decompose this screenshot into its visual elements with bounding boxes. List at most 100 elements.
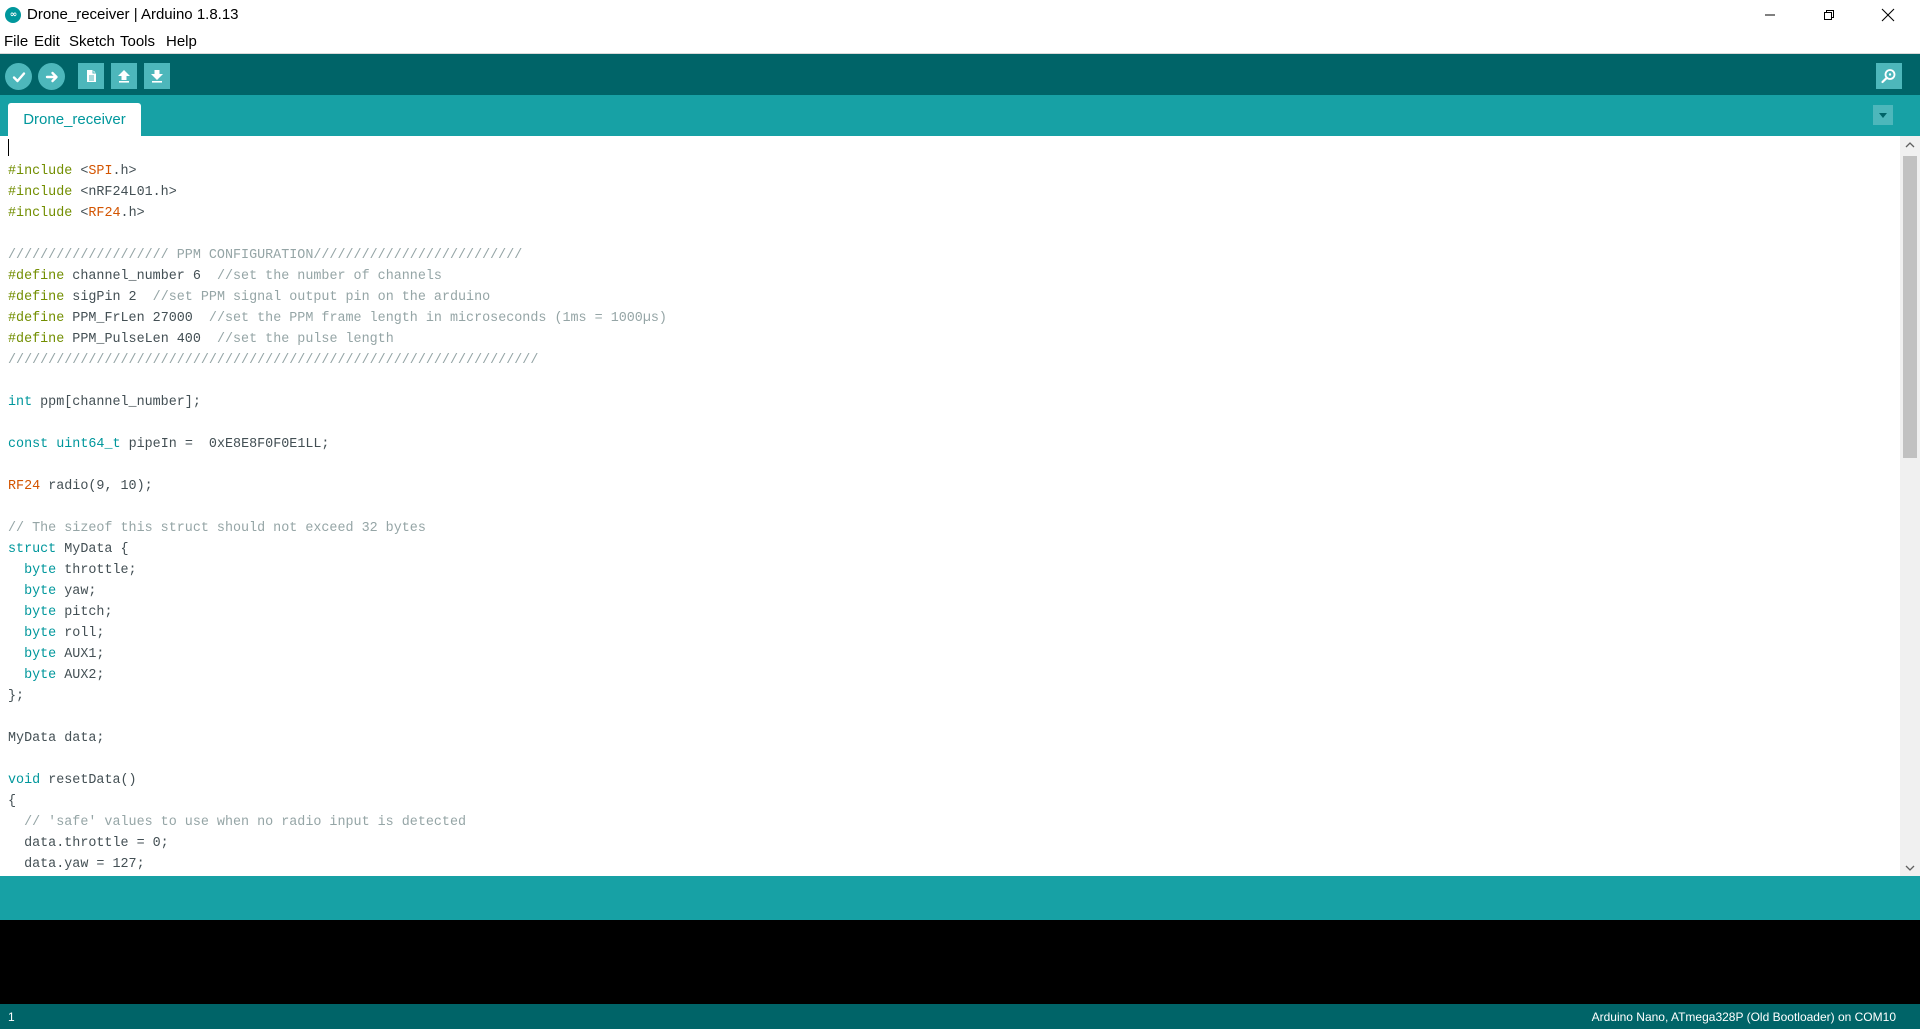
toolbar [0,54,1920,95]
title-bar: ∞ Drone_receiver | Arduino 1.8.13 [0,0,1920,29]
code-token: byte [24,584,57,599]
status-bar: 1 Arduino Nano, ATmega328P (Old Bootload… [0,1004,1920,1029]
open-button[interactable] [111,63,137,89]
menu-edit[interactable]: Edit [34,33,60,50]
code-token: #define [8,332,73,347]
tab-drone-receiver[interactable]: Drone_receiver [8,103,141,136]
code-token: MyData data; [8,731,105,746]
serial-monitor-button[interactable] [1876,63,1902,89]
code-token: data.yaw = 127; [8,857,145,872]
menu-tools[interactable]: Tools [120,33,155,50]
code-token: RF24 [88,206,121,221]
code-token: byte [24,626,57,641]
code-token: SPI [88,164,113,179]
minimize-icon [1765,14,1775,15]
menu-help[interactable]: Help [166,33,197,50]
scroll-up-button[interactable] [1900,136,1920,153]
code-token: byte [24,563,57,578]
code-token: yaw; [56,584,97,599]
arrow-down-icon [151,70,163,83]
text-cursor [8,139,9,156]
code-line: //////////////////// PPM CONFIGURATION//… [8,245,667,266]
scroll-down-button[interactable] [1900,859,1920,876]
scroll-thumb[interactable] [1903,156,1917,458]
code-line: #define PPM_FrLen 27000 //set the PPM fr… [8,308,667,329]
code-token: throttle; [56,563,137,578]
code-line: // The sizeof this struct should not exc… [8,518,667,539]
chevron-up-icon [1905,141,1915,147]
code-lines: #include <SPI.h> #include <nRF24L01.h> #in… [8,161,667,875]
code-line: #define channel_number 6 //set the numbe… [8,266,667,287]
close-button[interactable] [1865,0,1911,29]
code-token: .h> [112,164,137,179]
code-token: // 'safe' values to use when no radio in… [24,815,467,830]
code-line: #define PPM_PulseLen 400 //set the pulse… [8,329,667,350]
menu-file[interactable]: File [4,33,28,50]
code-token: struct [8,542,57,557]
chevron-down-icon [1905,865,1915,871]
console-header [0,876,1920,920]
code-line: #define sigPin 2 //set PPM signal output… [8,287,667,308]
tab-menu-button[interactable] [1873,105,1893,125]
upload-button[interactable] [38,63,65,90]
code-token: //set the number of channels [216,269,442,284]
code-line: void resetData() [8,770,667,791]
board-info: Arduino Nano, ATmega328P (Old Bootloader… [1591,1010,1896,1024]
code-line: RF24 radio(9, 10); [8,476,667,497]
code-token: int [8,395,33,410]
menu-sketch[interactable]: Sketch [69,33,115,50]
code-token: const [8,437,49,452]
code-line: }; [8,686,667,707]
code-line: MyData data; [8,728,667,749]
code-line: byte yaw; [8,581,667,602]
code-line: // 'safe' values to use when no radio in… [8,812,667,833]
minimize-button[interactable] [1747,0,1793,29]
check-icon [12,71,25,82]
code-line: byte throttle; [8,560,667,581]
arrow-right-icon [45,71,58,82]
restore-button[interactable] [1806,0,1852,29]
code-token: pitch; [56,605,113,620]
code-token: #include [8,164,81,179]
code-token: <nRF24L01.h> [80,185,177,200]
close-icon [1881,8,1895,21]
code-token: //set the PPM frame length in microsecon… [208,311,667,326]
code-line: #include <SPI.h> [8,161,667,182]
code-token: //set the pulse length [216,332,394,347]
code-token: #include [8,185,81,200]
code-line: int ppm[channel_number]; [8,392,667,413]
code-line: #include <RF24.h> [8,203,667,224]
code-token: { [8,794,17,809]
code-token: byte [24,668,57,683]
new-button[interactable] [78,63,104,89]
code-token: }; [8,689,25,704]
vertical-scrollbar[interactable] [1900,136,1920,876]
arduino-logo-icon: ∞ [5,7,21,23]
save-button[interactable] [144,63,170,89]
code-line: #include <nRF24L01.h> [8,182,667,203]
window-title: Drone_receiver | Arduino 1.8.13 [27,6,239,23]
code-token: resetData() [40,773,137,788]
code-line: byte AUX2; [8,665,667,686]
line-number: 1 [8,1010,15,1024]
new-file-icon [87,70,96,82]
code-line: data.yaw = 127; [8,854,667,875]
code-token: .h> [120,206,145,221]
code-line: ////////////////////////////////////////… [8,350,667,371]
code-token: MyData { [56,542,129,557]
code-token: roll; [56,626,105,641]
code-token: void [8,773,41,788]
code-token: PPM_FrLen 27000 [72,311,209,326]
verify-button[interactable] [5,63,32,90]
code-line: byte roll; [8,623,667,644]
